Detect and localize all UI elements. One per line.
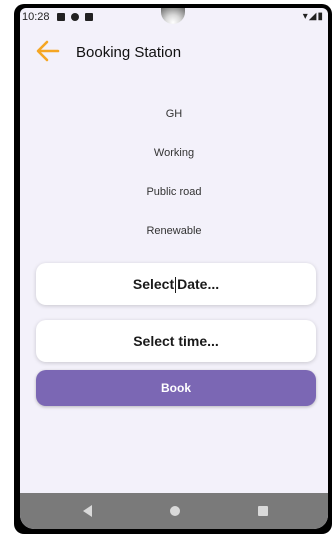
signal-battery-icons: ▾◢▮ [302,11,324,22]
triangle-back-icon[interactable] [83,505,92,517]
station-access: Public road [146,186,202,198]
select-date-button[interactable]: Select Date... [36,263,316,305]
page-title: Booking Station [76,44,182,61]
station-name: GH [165,108,183,120]
station-status: Working [153,147,195,159]
shield-icon [71,13,79,21]
system-nav-bar [20,493,328,529]
square-recents-icon[interactable] [258,506,268,516]
select-date-label-end: Date... [177,276,220,292]
app-screen: 10:28 ▾◢▮ Booking Station GH Working Pub… [20,8,328,529]
select-date-label-start: Select [132,276,175,292]
select-time-label: Select time... [133,333,219,349]
text-cursor [175,277,177,294]
back-button[interactable] [34,37,62,65]
status-bar: 10:28 ▾◢▮ [20,8,328,30]
sd-card-icon [85,13,93,21]
camera-cutout [161,8,185,24]
book-button-label: Book [161,381,191,395]
app-bar: Booking Station [20,32,328,72]
select-time-button[interactable]: Select time... [36,320,316,362]
arrow-left-icon [36,40,60,62]
notification-icon [57,13,65,21]
circle-home-icon[interactable] [170,506,180,516]
station-energy: Renewable [146,225,202,237]
book-button[interactable]: Book [36,370,316,406]
status-time: 10:28 [22,11,50,23]
